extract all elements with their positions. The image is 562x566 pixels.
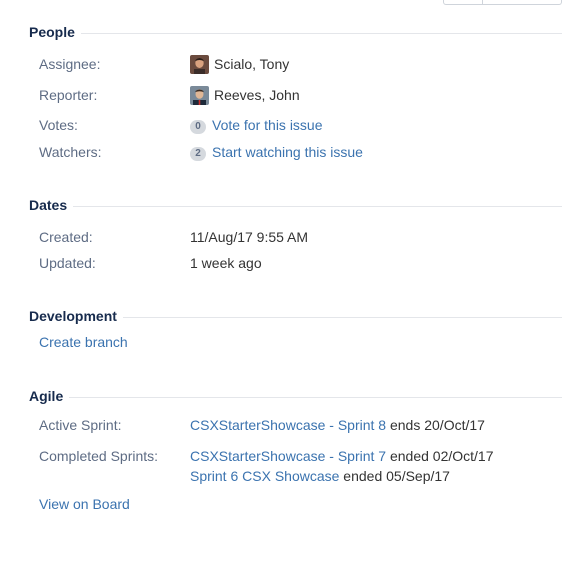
completed-sprint-end: ended 05/Sep/17 <box>343 468 450 484</box>
created-value: 11/Aug/17 9:55 AM <box>190 229 309 245</box>
reporter-value: Reeves, John <box>190 86 300 105</box>
agile-header: Agile <box>29 388 562 404</box>
updated-value: 1 week ago <box>190 255 262 271</box>
assignee-name[interactable]: Scialo, Tony <box>214 56 289 72</box>
dates-header: Dates <box>29 197 562 213</box>
development-title: Development <box>29 308 123 324</box>
people-header: People <box>29 24 562 40</box>
completed-sprint-item: Sprint 6 CSX Showcase ended 05/Sep/17 <box>190 467 450 485</box>
assignee-label: Assignee: <box>39 56 101 72</box>
dates-title: Dates <box>29 197 74 213</box>
active-sprint-value: CSXStarterShowcase - Sprint 8 ends 20/Oc… <box>190 416 485 434</box>
section-divider <box>29 33 562 34</box>
created-label: Created: <box>39 229 93 245</box>
completed-sprint-link[interactable]: CSXStarterShowcase - Sprint 7 <box>190 448 386 464</box>
reporter-row: Reporter: Reeves, John <box>39 86 562 105</box>
reporter-name[interactable]: Reeves, John <box>214 87 300 103</box>
assignee-avatar[interactable] <box>190 55 209 74</box>
votes-row: Votes: 0 Vote for this issue <box>39 116 562 134</box>
reporter-label: Reporter: <box>39 87 98 103</box>
updated-row: Updated: 1 week ago <box>39 254 562 272</box>
assignee-value: Scialo, Tony <box>190 55 289 74</box>
active-sprint-link[interactable]: CSXStarterShowcase - Sprint 8 <box>190 417 386 433</box>
vote-link[interactable]: Vote for this issue <box>212 117 323 133</box>
watchers-label: Watchers: <box>39 144 102 160</box>
section-divider <box>29 397 562 398</box>
button-divider <box>482 0 483 5</box>
votes-count-badge: 0 <box>190 120 206 134</box>
votes-label: Votes: <box>39 117 78 133</box>
people-title: People <box>29 24 81 40</box>
watch-link[interactable]: Start watching this issue <box>212 144 363 160</box>
active-sprint-row: Active Sprint: CSXStarterShowcase - Spri… <box>39 416 562 434</box>
reporter-avatar[interactable] <box>190 86 209 105</box>
completed-sprints-row: Completed Sprints: CSXStarterShowcase - … <box>39 447 562 487</box>
agile-title: Agile <box>29 388 70 404</box>
votes-value: 0 Vote for this issue <box>190 116 323 134</box>
section-divider <box>29 206 562 207</box>
create-branch-link[interactable]: Create branch <box>39 334 128 350</box>
updated-label: Updated: <box>39 255 96 271</box>
active-sprint-label: Active Sprint: <box>39 417 122 433</box>
completed-sprints-label: Completed Sprints: <box>39 448 159 464</box>
created-row: Created: 11/Aug/17 9:55 AM <box>39 228 562 246</box>
active-sprint-end: ends 20/Oct/17 <box>389 417 485 433</box>
view-on-board-link[interactable]: View on Board <box>39 496 130 512</box>
completed-sprint-link[interactable]: Sprint 6 CSX Showcase <box>190 468 339 484</box>
toolbar-button-group-edge[interactable] <box>443 0 562 5</box>
completed-sprint-item: CSXStarterShowcase - Sprint 7 ended 02/O… <box>190 447 494 465</box>
development-header: Development <box>29 308 562 324</box>
completed-sprint-end: ended 02/Oct/17 <box>389 448 494 464</box>
watchers-count-badge: 2 <box>190 147 206 161</box>
watchers-value: 2 Start watching this issue <box>190 143 363 161</box>
watchers-row: Watchers: 2 Start watching this issue <box>39 143 562 161</box>
assignee-row: Assignee: Scialo, Tony <box>39 55 562 74</box>
